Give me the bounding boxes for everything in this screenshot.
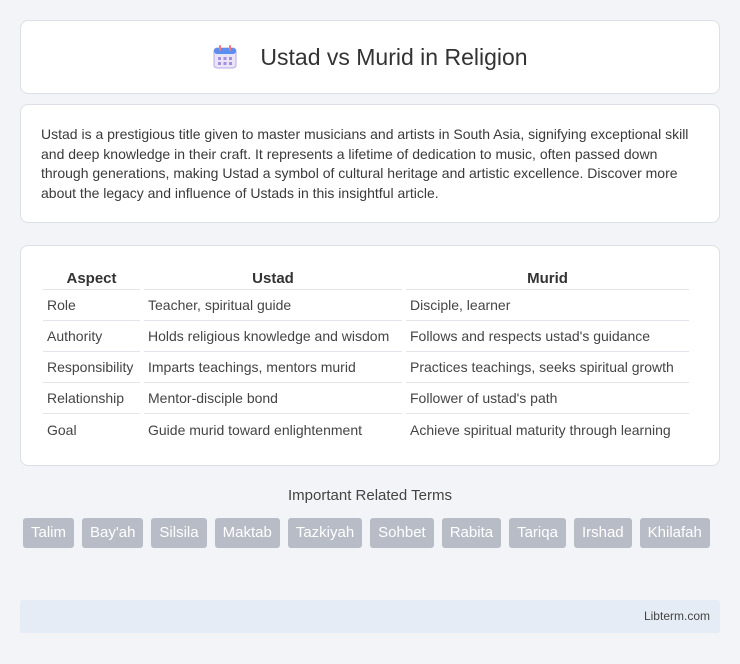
table-header-row: Aspect Ustad Murid (43, 266, 689, 290)
footer: Libterm.com (20, 600, 720, 633)
comparison-table: Aspect Ustad Murid Role Teacher, spiritu… (39, 266, 693, 445)
page-title: Ustad vs Murid in Religion (260, 43, 528, 70)
table-row: Goal Guide murid toward enlightenment Ac… (43, 414, 689, 445)
table-cell: Role (43, 290, 140, 321)
tag-sohbet[interactable]: Sohbet (370, 518, 434, 548)
tag-irshad[interactable]: Irshad (573, 518, 632, 548)
table-cell: Holds religious knowledge and wisdom (144, 321, 402, 352)
tag-bayah[interactable]: Bay'ah (82, 518, 144, 548)
related-terms-title: Important Related Terms (288, 487, 452, 504)
table-row: Responsibility Imparts teachings, mentor… (43, 352, 689, 383)
table-cell: Achieve spiritual maturity through learn… (410, 421, 671, 438)
table-cell: Imparts teachings, mentors murid (144, 352, 402, 383)
table-cell: Mentor-disciple bond (144, 383, 402, 414)
related-terms-list: Talim Bay'ah Silsila Maktab Tazkiyah Soh… (23, 518, 723, 548)
table-row: Authority Holds religious knowledge and … (43, 321, 689, 352)
tag-khilafah[interactable]: Khilafah (639, 518, 710, 548)
tag-tazkiyah[interactable]: Tazkiyah (287, 518, 363, 548)
table-cell: Authority (43, 321, 140, 352)
tag-rabita[interactable]: Rabita (441, 518, 502, 548)
tag-talim[interactable]: Talim (23, 518, 75, 548)
table-cell: Disciple, learner (406, 290, 689, 321)
table-cell: Follower of ustad's path (406, 383, 689, 414)
header-ustad: Ustad (144, 266, 402, 290)
table-cell: Practices teachings, seeks spiritual gro… (406, 352, 689, 383)
table-row: Relationship Mentor-disciple bond Follow… (43, 383, 689, 414)
description-card: Ustad is a prestigious title given to ma… (20, 104, 720, 223)
tag-silsila[interactable]: Silsila (151, 518, 207, 548)
tag-maktab[interactable]: Maktab (214, 518, 280, 548)
table-cell: Teacher, spiritual guide (144, 290, 402, 321)
table-cell: Guide murid toward enlightenment (148, 421, 363, 438)
description-text: Ustad is a prestigious title given to ma… (41, 126, 689, 201)
table-row: Role Teacher, spiritual guide Disciple, … (43, 290, 689, 321)
table-cell: Goal (47, 421, 77, 438)
table-cell: Relationship (43, 383, 140, 414)
header-aspect: Aspect (43, 266, 140, 290)
footer-site-link[interactable]: Libterm.com (644, 609, 710, 623)
calendar-icon (212, 44, 238, 70)
tag-tariqa[interactable]: Tariqa (509, 518, 566, 548)
table-cell: Responsibility (43, 352, 140, 383)
table-cell: Follows and respects ustad's guidance (406, 321, 689, 352)
title-card: Ustad vs Murid in Religion (20, 20, 720, 94)
header-murid: Murid (406, 266, 689, 290)
comparison-table-card: Aspect Ustad Murid Role Teacher, spiritu… (20, 245, 720, 466)
